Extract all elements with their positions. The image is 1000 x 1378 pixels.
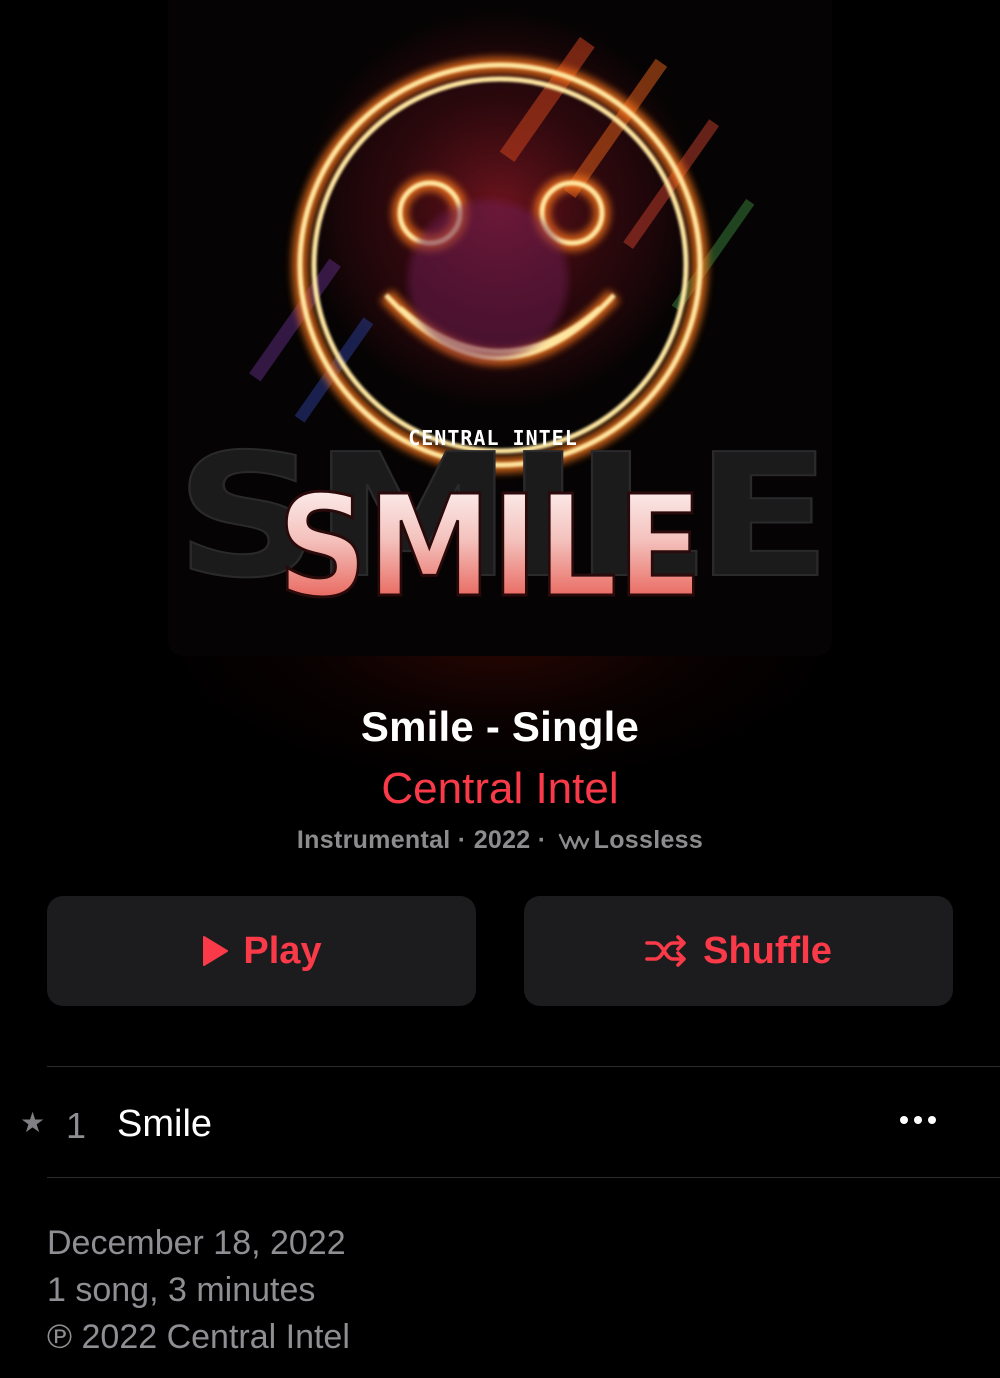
lossless-icon (558, 829, 592, 858)
track-row[interactable]: ★ 1 Smile (0, 1068, 1000, 1178)
shuffle-icon (645, 934, 689, 968)
play-icon (201, 935, 229, 967)
artwork-title-word: SMILE (278, 466, 703, 629)
play-button[interactable]: Play (47, 896, 476, 1006)
divider (47, 1177, 1000, 1178)
shuffle-button[interactable]: Shuffle (524, 896, 953, 1006)
meta-separator: · (457, 826, 467, 854)
track-number: 1 (66, 1105, 87, 1146)
album-year: 2022 (473, 826, 531, 854)
artwork-artist-label: CENTRAL INTEL (408, 426, 578, 450)
divider (47, 1066, 1000, 1067)
shuffle-label: Shuffle (703, 929, 832, 972)
play-label: Play (243, 929, 322, 972)
album-summary: 1 song, 3 minutes (47, 1271, 316, 1309)
album-quality: Lossless (593, 826, 704, 854)
more-icon[interactable] (900, 1116, 936, 1124)
album-artwork: SMILE CENTRAL INTEL SMILE (168, 0, 832, 656)
album-meta: Instrumental · 2022 · Lossless (0, 826, 1000, 858)
copyright: ℗ 2022 Central Intel (47, 1318, 350, 1356)
album-artist-link[interactable]: Central Intel (0, 764, 1000, 814)
album-genre: Instrumental (296, 826, 451, 854)
album-title: Smile - Single (360, 703, 640, 750)
album-footer: December 18, 2022 1 song, 3 minutes ℗ 20… (47, 1220, 350, 1361)
star-icon: ★ (20, 1107, 46, 1138)
meta-separator: · (537, 826, 547, 854)
track-title: Smile (117, 1103, 213, 1145)
release-date: December 18, 2022 (47, 1224, 346, 1262)
